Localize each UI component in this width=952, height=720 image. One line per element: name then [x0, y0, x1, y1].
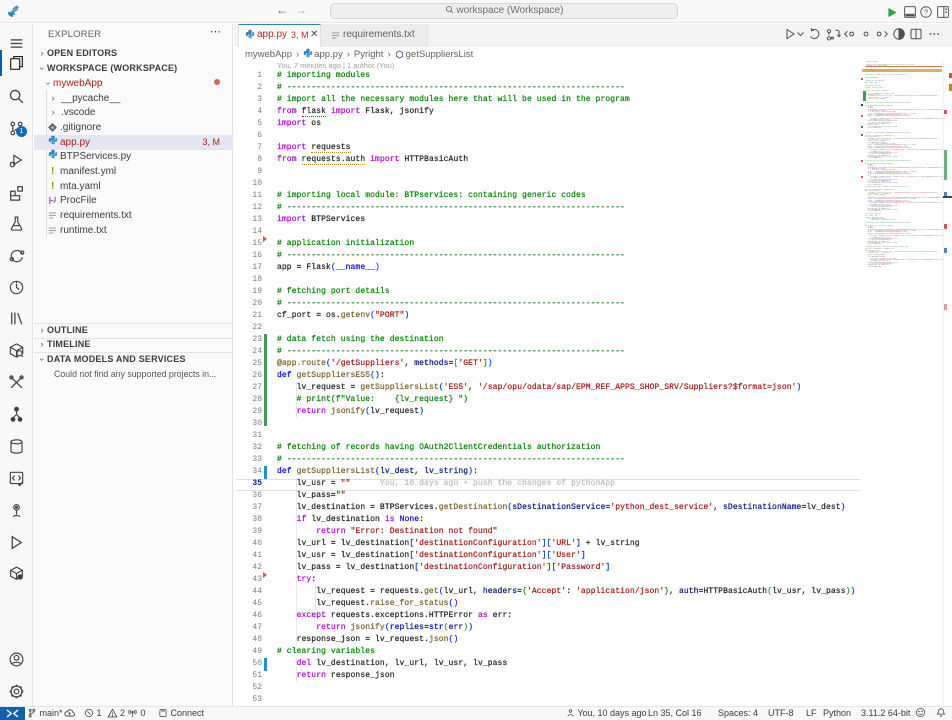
- svg-text:?: ?: [924, 8, 928, 16]
